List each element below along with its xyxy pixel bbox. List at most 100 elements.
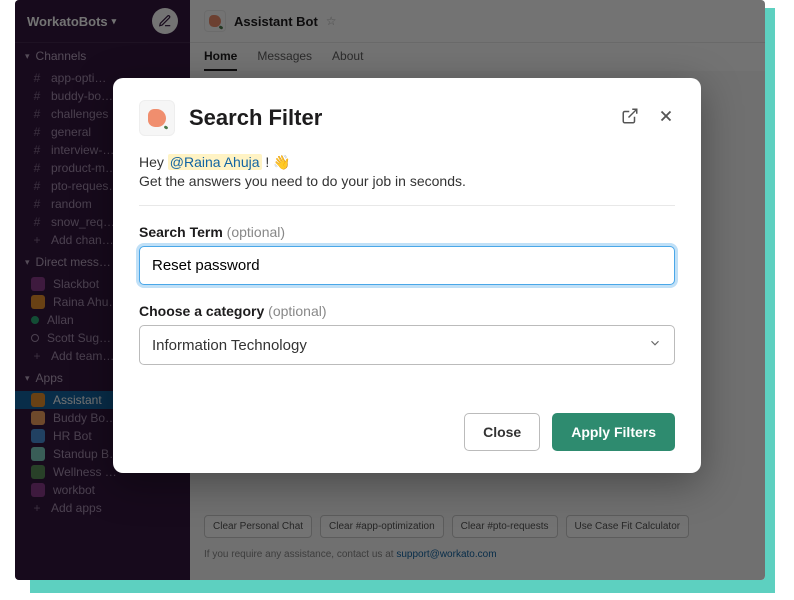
- app-name: Buddy Bo…: [53, 411, 117, 425]
- channel-name: random: [51, 197, 92, 211]
- optional-text: (optional): [268, 303, 326, 319]
- footer-prefix: If you require any assistance, contact u…: [204, 549, 396, 560]
- plus-icon: +: [31, 501, 43, 515]
- app-icon: [31, 411, 45, 425]
- hash-icon: #: [31, 197, 43, 211]
- bot-avatar: [204, 10, 226, 32]
- channel-name: interview-…: [51, 143, 114, 157]
- page-title: Assistant Bot: [234, 14, 318, 29]
- presence-icon: [31, 334, 39, 342]
- workspace-name: WorkatoBots ▾: [27, 14, 116, 29]
- hash-icon: #: [31, 161, 43, 175]
- apps-label: Apps: [36, 371, 63, 385]
- dm-label: Direct mess…: [36, 255, 111, 269]
- dm-name: Raina Ahu…: [53, 295, 120, 309]
- caret-down-icon: ▾: [25, 373, 30, 384]
- caret-down-icon: ▾: [25, 51, 30, 62]
- clear-personal-chat-button[interactable]: Clear Personal Chat: [204, 515, 312, 538]
- category-value: Information Technology: [152, 337, 307, 354]
- tabs: Home Messages About: [190, 43, 765, 71]
- clear-pto-requests-button[interactable]: Clear #pto-requests: [452, 515, 558, 538]
- search-term-label: Search Term (optional): [139, 224, 675, 240]
- greeting-suffix: ! 👋: [262, 154, 291, 170]
- plus-icon: +: [31, 233, 43, 247]
- avatar: [31, 277, 45, 291]
- user-mention[interactable]: @Raina Ahuja: [168, 154, 262, 170]
- channel-name: snow_req…: [51, 215, 115, 229]
- chevron-down-icon: [648, 336, 662, 354]
- hash-icon: #: [31, 125, 43, 139]
- use-case-calculator-button[interactable]: Use Case Fit Calculator: [566, 515, 690, 538]
- workspace-name-text: WorkatoBots: [27, 14, 108, 29]
- app-icon: [31, 393, 45, 407]
- hash-icon: #: [31, 107, 43, 121]
- greeting-prefix: Hey: [139, 154, 168, 170]
- optional-text: (optional): [227, 224, 285, 240]
- search-term-input[interactable]: [139, 246, 675, 285]
- app-name: Wellness …: [53, 465, 117, 479]
- hash-icon: #: [31, 215, 43, 229]
- modal-top-actions: [621, 107, 675, 130]
- tab-about[interactable]: About: [332, 49, 363, 71]
- category-select[interactable]: Information Technology: [139, 325, 675, 365]
- close-icon[interactable]: [657, 107, 675, 130]
- greeting-line: Hey @Raina Ahuja ! 👋: [139, 154, 675, 171]
- hash-icon: #: [31, 89, 43, 103]
- channel-name: pto-reques…: [51, 179, 120, 193]
- app-icon: [31, 483, 45, 497]
- tab-home[interactable]: Home: [204, 49, 237, 71]
- app-name: Assistant: [53, 393, 102, 407]
- avatar: [31, 295, 45, 309]
- plus-icon: +: [31, 349, 43, 363]
- footer-text: If you require any assistance, contact u…: [204, 549, 497, 560]
- dm-name: Scott Sug…: [47, 331, 111, 345]
- modal-header: Search Filter: [139, 100, 675, 136]
- main-header: Assistant Bot ☆: [190, 0, 765, 43]
- channel-name: general: [51, 125, 91, 139]
- category-label: Choose a category (optional): [139, 303, 675, 319]
- add-channel-label: Add chan…: [51, 233, 114, 247]
- chevron-down-icon: ▾: [112, 16, 117, 27]
- app-name: workbot: [53, 483, 95, 497]
- channels-section-header[interactable]: ▾ Channels: [15, 43, 190, 69]
- close-button[interactable]: Close: [464, 413, 540, 451]
- sidebar-app-item[interactable]: workbot: [15, 481, 190, 499]
- modal-subtext: Get the answers you need to do your job …: [139, 173, 675, 189]
- caret-down-icon: ▾: [25, 257, 30, 268]
- hash-icon: #: [31, 71, 43, 85]
- category-field: Choose a category (optional) Information…: [139, 303, 675, 365]
- channel-name: challenges: [51, 107, 108, 121]
- channel-name: app-opti…: [51, 71, 106, 85]
- modal-app-icon: [139, 100, 175, 136]
- modal-footer: Close Apply Filters: [139, 413, 675, 451]
- search-term-field: Search Term (optional): [139, 224, 675, 285]
- search-filter-modal: Search Filter Hey @Raina Ahuja ! 👋 Get t…: [113, 78, 701, 473]
- hash-icon: #: [31, 179, 43, 193]
- channel-name: buddy-bo…: [51, 89, 113, 103]
- dm-name: Slackbot: [53, 277, 99, 291]
- add-apps[interactable]: + Add apps: [15, 499, 190, 517]
- add-apps-label: Add apps: [51, 501, 102, 515]
- clear-app-optimization-button[interactable]: Clear #app-optimization: [320, 515, 444, 538]
- app-name: HR Bot: [53, 429, 92, 443]
- divider: [139, 205, 675, 206]
- star-icon[interactable]: ☆: [326, 14, 337, 28]
- compose-button[interactable]: [152, 8, 178, 34]
- tab-messages[interactable]: Messages: [257, 49, 312, 71]
- app-icon: [31, 465, 45, 479]
- modal-title: Search Filter: [189, 105, 607, 131]
- search-label-text: Search Term: [139, 224, 223, 240]
- presence-icon: [31, 316, 39, 324]
- external-link-icon[interactable]: [621, 107, 639, 130]
- add-teammate-label: Add team…: [51, 349, 114, 363]
- app-icon: [31, 429, 45, 443]
- dm-name: Allan: [47, 313, 74, 327]
- channels-label: Channels: [36, 49, 87, 63]
- category-label-text: Choose a category: [139, 303, 264, 319]
- bottom-action-row: Clear Personal Chat Clear #app-optimizat…: [204, 515, 689, 538]
- workspace-header[interactable]: WorkatoBots ▾: [15, 0, 190, 43]
- support-email-link[interactable]: support@workato.com: [396, 549, 496, 560]
- apply-filters-button[interactable]: Apply Filters: [552, 413, 675, 451]
- app-name: Standup B…: [53, 447, 121, 461]
- app-icon: [31, 447, 45, 461]
